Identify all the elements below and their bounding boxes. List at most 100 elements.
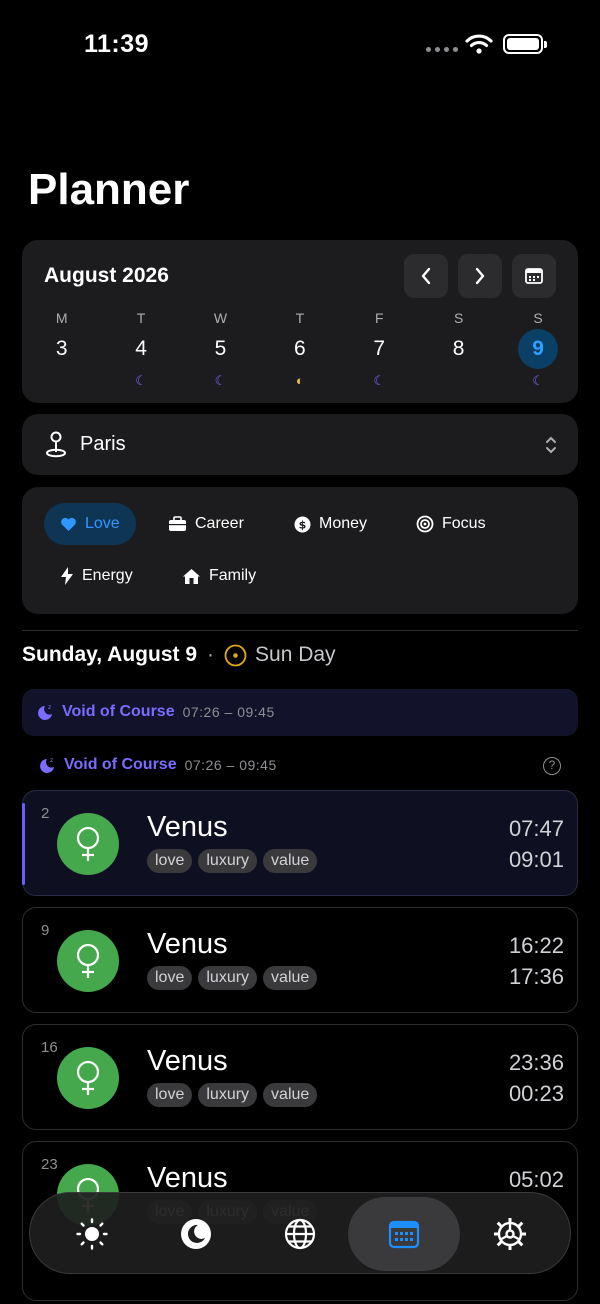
tab-planner[interactable] — [348, 1197, 460, 1271]
day-number: 3 — [55, 337, 68, 360]
transit-times: 23:36 00:23 — [509, 1047, 564, 1109]
transit-times: 07:47 09:01 — [509, 813, 564, 875]
void-banner-content: z Void of Course 07:26 – 09:45 — [36, 703, 275, 721]
transit-number: 23 — [41, 1156, 58, 1173]
day-cell-mon[interactable]: M 3 — [22, 308, 101, 398]
moon-icon: ☾ — [135, 373, 147, 388]
tag: luxury — [198, 1083, 258, 1107]
day-name: M — [55, 310, 68, 326]
tag: love — [147, 1083, 193, 1107]
day-cell-wed[interactable]: W 5 ☾ — [181, 308, 260, 398]
transit-times: 16:22 17:36 — [509, 930, 564, 992]
category-career[interactable]: Career — [152, 503, 260, 545]
void-label: Void of Course — [64, 756, 177, 773]
tab-settings[interactable] — [456, 1193, 564, 1275]
help-icon[interactable]: ? — [543, 757, 561, 775]
moon-icon: ☾ — [532, 373, 544, 388]
tag: value — [263, 849, 318, 873]
transit-number: 2 — [41, 805, 50, 822]
moon-sleep-icon: z — [40, 757, 54, 773]
void-time: 07:26 – 09:45 — [184, 757, 277, 773]
month-label: August 2026 — [44, 264, 169, 287]
status-time: 11:39 — [84, 30, 150, 58]
tag: love — [147, 849, 193, 873]
day-name: S — [453, 310, 464, 326]
page-title: Planner — [28, 165, 190, 214]
svg-text:z: z — [48, 704, 51, 711]
day-name: W — [213, 310, 228, 326]
location-name: Paris — [80, 433, 126, 455]
day-number: 8 — [452, 337, 465, 360]
day-cell-thu[interactable]: T 6 ◐ — [260, 308, 339, 398]
category-love[interactable]: Love — [44, 503, 136, 545]
tag-list: love luxury value — [147, 849, 318, 873]
category-label: Career — [195, 515, 244, 532]
start-time: 16:22 — [508, 933, 564, 958]
category-focus[interactable]: Focus — [400, 503, 502, 545]
transit-card[interactable]: 9 Venus love luxury value 16:22 17:36 — [22, 907, 578, 1013]
category-label: Family — [209, 567, 257, 584]
day-cell-sat[interactable]: S 8 — [419, 308, 498, 398]
category-label: Love — [85, 515, 120, 532]
gear-icon — [494, 1218, 526, 1250]
planet-name: Venus — [147, 1045, 228, 1077]
calendar-picker-button[interactable] — [512, 254, 556, 298]
moon-icon: ☾ — [373, 373, 386, 388]
chevron-right-icon — [475, 267, 485, 285]
category-label: Focus — [442, 515, 486, 532]
category-money[interactable]: $ Money — [278, 503, 383, 545]
tab-bar — [29, 1192, 571, 1274]
void-label: Void of Course — [62, 703, 175, 720]
start-time: 05:02 — [508, 1167, 564, 1192]
tab-globe[interactable] — [246, 1193, 354, 1275]
category-label: Energy — [82, 567, 133, 584]
house-icon — [183, 568, 200, 584]
chevron-left-icon — [421, 267, 431, 285]
briefcase-icon — [169, 516, 186, 531]
target-icon — [416, 515, 434, 533]
prev-week-button[interactable] — [404, 254, 448, 298]
day-number: 6 — [294, 337, 306, 360]
transit-card[interactable]: 16 Venus love luxury value 23:36 00:23 — [22, 1024, 578, 1130]
day-cell-tue[interactable]: T 4 ☾ — [101, 308, 180, 398]
separator: · — [207, 643, 215, 666]
planet-name: Venus — [147, 928, 228, 960]
tab-moon[interactable] — [142, 1193, 250, 1275]
location-selector[interactable]: Paris — [22, 414, 578, 475]
void-of-course-row: z Void of Course 07:26 – 09:45 — [38, 756, 277, 774]
tag-list: love luxury value — [147, 1083, 318, 1107]
day-name: S — [533, 310, 543, 326]
calendar-icon — [388, 1220, 420, 1249]
tab-sun[interactable] — [38, 1193, 146, 1275]
planet-name: Venus — [147, 811, 228, 843]
void-of-course-banner: z Void of Course 07:26 – 09:45 — [22, 689, 578, 736]
category-energy[interactable]: Energy — [44, 555, 149, 597]
next-week-button[interactable] — [458, 254, 502, 298]
day-number: 5 — [214, 337, 227, 360]
day-name: T — [295, 310, 305, 326]
sun-symbol-icon — [224, 644, 247, 666]
transit-times: 05:02 — [509, 1164, 564, 1195]
day-date: Sunday, August 9 — [22, 643, 198, 666]
battery-icon — [503, 34, 547, 54]
wifi-icon — [465, 34, 493, 54]
category-family[interactable]: Family — [166, 555, 272, 597]
tag: luxury — [198, 966, 258, 990]
day-name: F — [374, 310, 384, 326]
tag-list: love luxury value — [147, 966, 318, 990]
day-cell-fri[interactable]: F 7 ☾ — [340, 308, 419, 398]
end-time: 09:01 — [508, 847, 564, 872]
chevron-updown-icon — [546, 436, 556, 454]
transit-number: 16 — [41, 1039, 58, 1056]
venus-icon — [57, 930, 119, 992]
transit-card[interactable]: 2 Venus love luxury value 07:47 09:01 — [22, 790, 578, 896]
moon-icon — [181, 1219, 211, 1249]
category-filter: Love Career $ Money Focus Energy Family — [22, 487, 578, 614]
heart-icon — [61, 517, 76, 531]
divider — [22, 630, 578, 631]
calendar-icon — [525, 268, 543, 284]
day-number: 4 — [135, 337, 147, 360]
tag: value — [263, 1083, 318, 1107]
tag: luxury — [198, 849, 258, 873]
day-cell-sun[interactable]: S 9 ☾ — [498, 308, 577, 398]
